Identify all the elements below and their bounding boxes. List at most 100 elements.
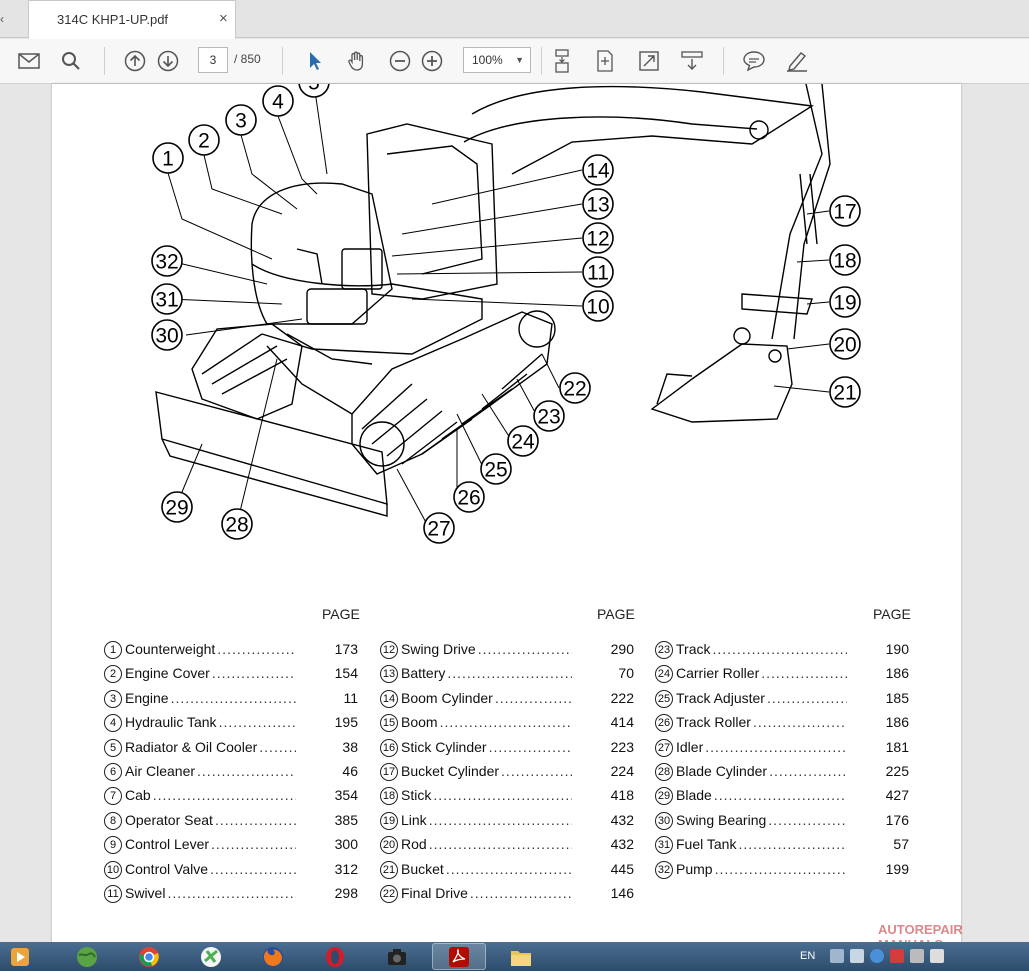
item-number: 20	[380, 836, 398, 855]
item-number: 24	[655, 665, 673, 684]
fullscreen-icon[interactable]	[636, 48, 662, 74]
callout-12: 12	[582, 222, 614, 254]
select-arrow-icon[interactable]	[302, 48, 328, 74]
svg-text:30: 30	[155, 325, 178, 348]
mail-icon[interactable]	[16, 48, 42, 74]
item-page: 195	[334, 714, 358, 731]
item-number: 8	[104, 811, 122, 830]
opera-icon[interactable]	[308, 943, 362, 970]
page-down-icon[interactable]	[155, 48, 181, 74]
media-player-icon[interactable]	[2, 943, 38, 970]
hand-icon[interactable]	[344, 48, 370, 74]
callout-21: 21	[829, 376, 861, 408]
search-icon[interactable]	[58, 48, 84, 74]
tray-monitor-icon[interactable]	[910, 949, 924, 963]
item-name: Engine Cover	[125, 665, 210, 682]
item-page: 57	[893, 836, 909, 853]
dot-leader: ........................................…	[738, 836, 847, 853]
item-page: 176	[885, 811, 909, 828]
callout-29: 29	[161, 491, 193, 523]
svg-text:31: 31	[155, 289, 178, 312]
item-name: Pump	[676, 860, 713, 877]
index-entry: 30Swing Bearing.........................…	[655, 811, 911, 834]
index-entry: 32Pump..................................…	[655, 860, 911, 883]
tray-volume-icon[interactable]	[930, 949, 944, 963]
svg-text:12: 12	[586, 228, 609, 251]
tray-device-icon[interactable]	[850, 949, 864, 963]
item-number: 7	[104, 787, 122, 806]
item-number: 27	[655, 738, 673, 757]
dot-leader: ........................................…	[447, 665, 572, 682]
item-page: 385	[334, 811, 358, 828]
dot-leader: ........................................…	[714, 860, 847, 877]
item-name: Swing Drive	[401, 641, 476, 657]
item-number: 2	[104, 665, 122, 684]
item-page: 70	[618, 665, 634, 682]
highlight-pen-icon[interactable]	[784, 48, 810, 74]
scroll-mode-icon[interactable]	[549, 48, 575, 74]
toolbar: 3 / 850 100% ▼	[0, 39, 1029, 84]
page-up-icon[interactable]	[122, 48, 148, 74]
item-page: 225	[885, 763, 909, 779]
document-viewport[interactable]: 1234510111213141718192021222324252627282…	[0, 84, 1029, 942]
item-page: 427	[885, 787, 909, 804]
index-entry: 23Track.................................…	[655, 641, 911, 663]
svg-text:1: 1	[162, 148, 174, 171]
fit-page-icon[interactable]	[592, 48, 618, 74]
zoom-select[interactable]: 100% ▼	[463, 47, 531, 73]
index-entry: 31Fuel Tank.............................…	[655, 836, 911, 858]
index-entry: 12Swing Drive...........................…	[380, 641, 636, 663]
item-name: Control Valve	[125, 860, 209, 877]
svg-text:21: 21	[833, 382, 856, 405]
item-name: Blade	[676, 787, 712, 804]
page-number-input[interactable]: 3	[198, 47, 228, 73]
tray-security-icon[interactable]	[890, 949, 904, 963]
file-explorer-icon[interactable]	[494, 943, 548, 970]
item-number: 16	[380, 738, 398, 757]
svg-text:20: 20	[833, 334, 856, 357]
item-number: 1	[104, 641, 122, 659]
tray-network-icon[interactable]	[830, 949, 844, 963]
index-entry: 7Cab....................................…	[104, 787, 360, 809]
dot-leader: ........................................…	[433, 787, 572, 804]
item-name: Air Cleaner	[125, 763, 196, 779]
system-tray[interactable]	[830, 949, 980, 965]
item-name: Stick	[401, 787, 432, 804]
item-number: 22	[380, 885, 398, 903]
item-name: Track Roller	[676, 714, 751, 731]
acrobat-icon[interactable]	[432, 943, 486, 970]
item-page: 186	[885, 665, 909, 682]
item-number: 14	[380, 689, 398, 708]
comment-icon[interactable]	[741, 48, 767, 74]
tray-app-icon[interactable]	[870, 949, 884, 963]
item-number: 29	[655, 787, 673, 806]
snipping-icon[interactable]	[184, 943, 238, 970]
document-tab[interactable]: 314C KHP1-UP.pdf ×	[28, 0, 236, 39]
index-entry: 26Track Roller..........................…	[655, 714, 911, 736]
zoom-in-icon[interactable]	[419, 48, 445, 74]
dot-leader: ........................................…	[197, 763, 296, 779]
item-page: 300	[334, 836, 358, 853]
index-entry: 21Bucket................................…	[380, 860, 636, 883]
dot-leader: ........................................…	[469, 885, 572, 901]
svg-text:26: 26	[457, 487, 480, 510]
zoom-out-icon[interactable]	[387, 48, 413, 74]
callout-2: 2	[188, 124, 220, 156]
svg-text:29: 29	[165, 497, 188, 520]
chrome-icon[interactable]	[122, 943, 176, 970]
read-mode-icon[interactable]	[679, 48, 705, 74]
language-indicator[interactable]: EN	[800, 950, 815, 962]
dot-leader: ........................................…	[766, 689, 847, 706]
camera-icon[interactable]	[370, 943, 424, 970]
callout-14: 14	[582, 154, 614, 186]
close-tab-icon[interactable]: ×	[219, 10, 228, 27]
index-entry: 8Operator Seat..........................…	[104, 811, 360, 834]
svg-text:17: 17	[833, 201, 856, 224]
dot-leader: ........................................…	[211, 665, 296, 682]
item-name: Bucket	[401, 860, 444, 877]
callout-18: 18	[829, 244, 861, 276]
tab-scroll-left-icon[interactable]: ‹	[0, 12, 10, 26]
firefox-icon[interactable]	[246, 943, 300, 970]
globe-icon[interactable]	[60, 943, 114, 970]
dot-leader: ........................................…	[445, 860, 572, 877]
